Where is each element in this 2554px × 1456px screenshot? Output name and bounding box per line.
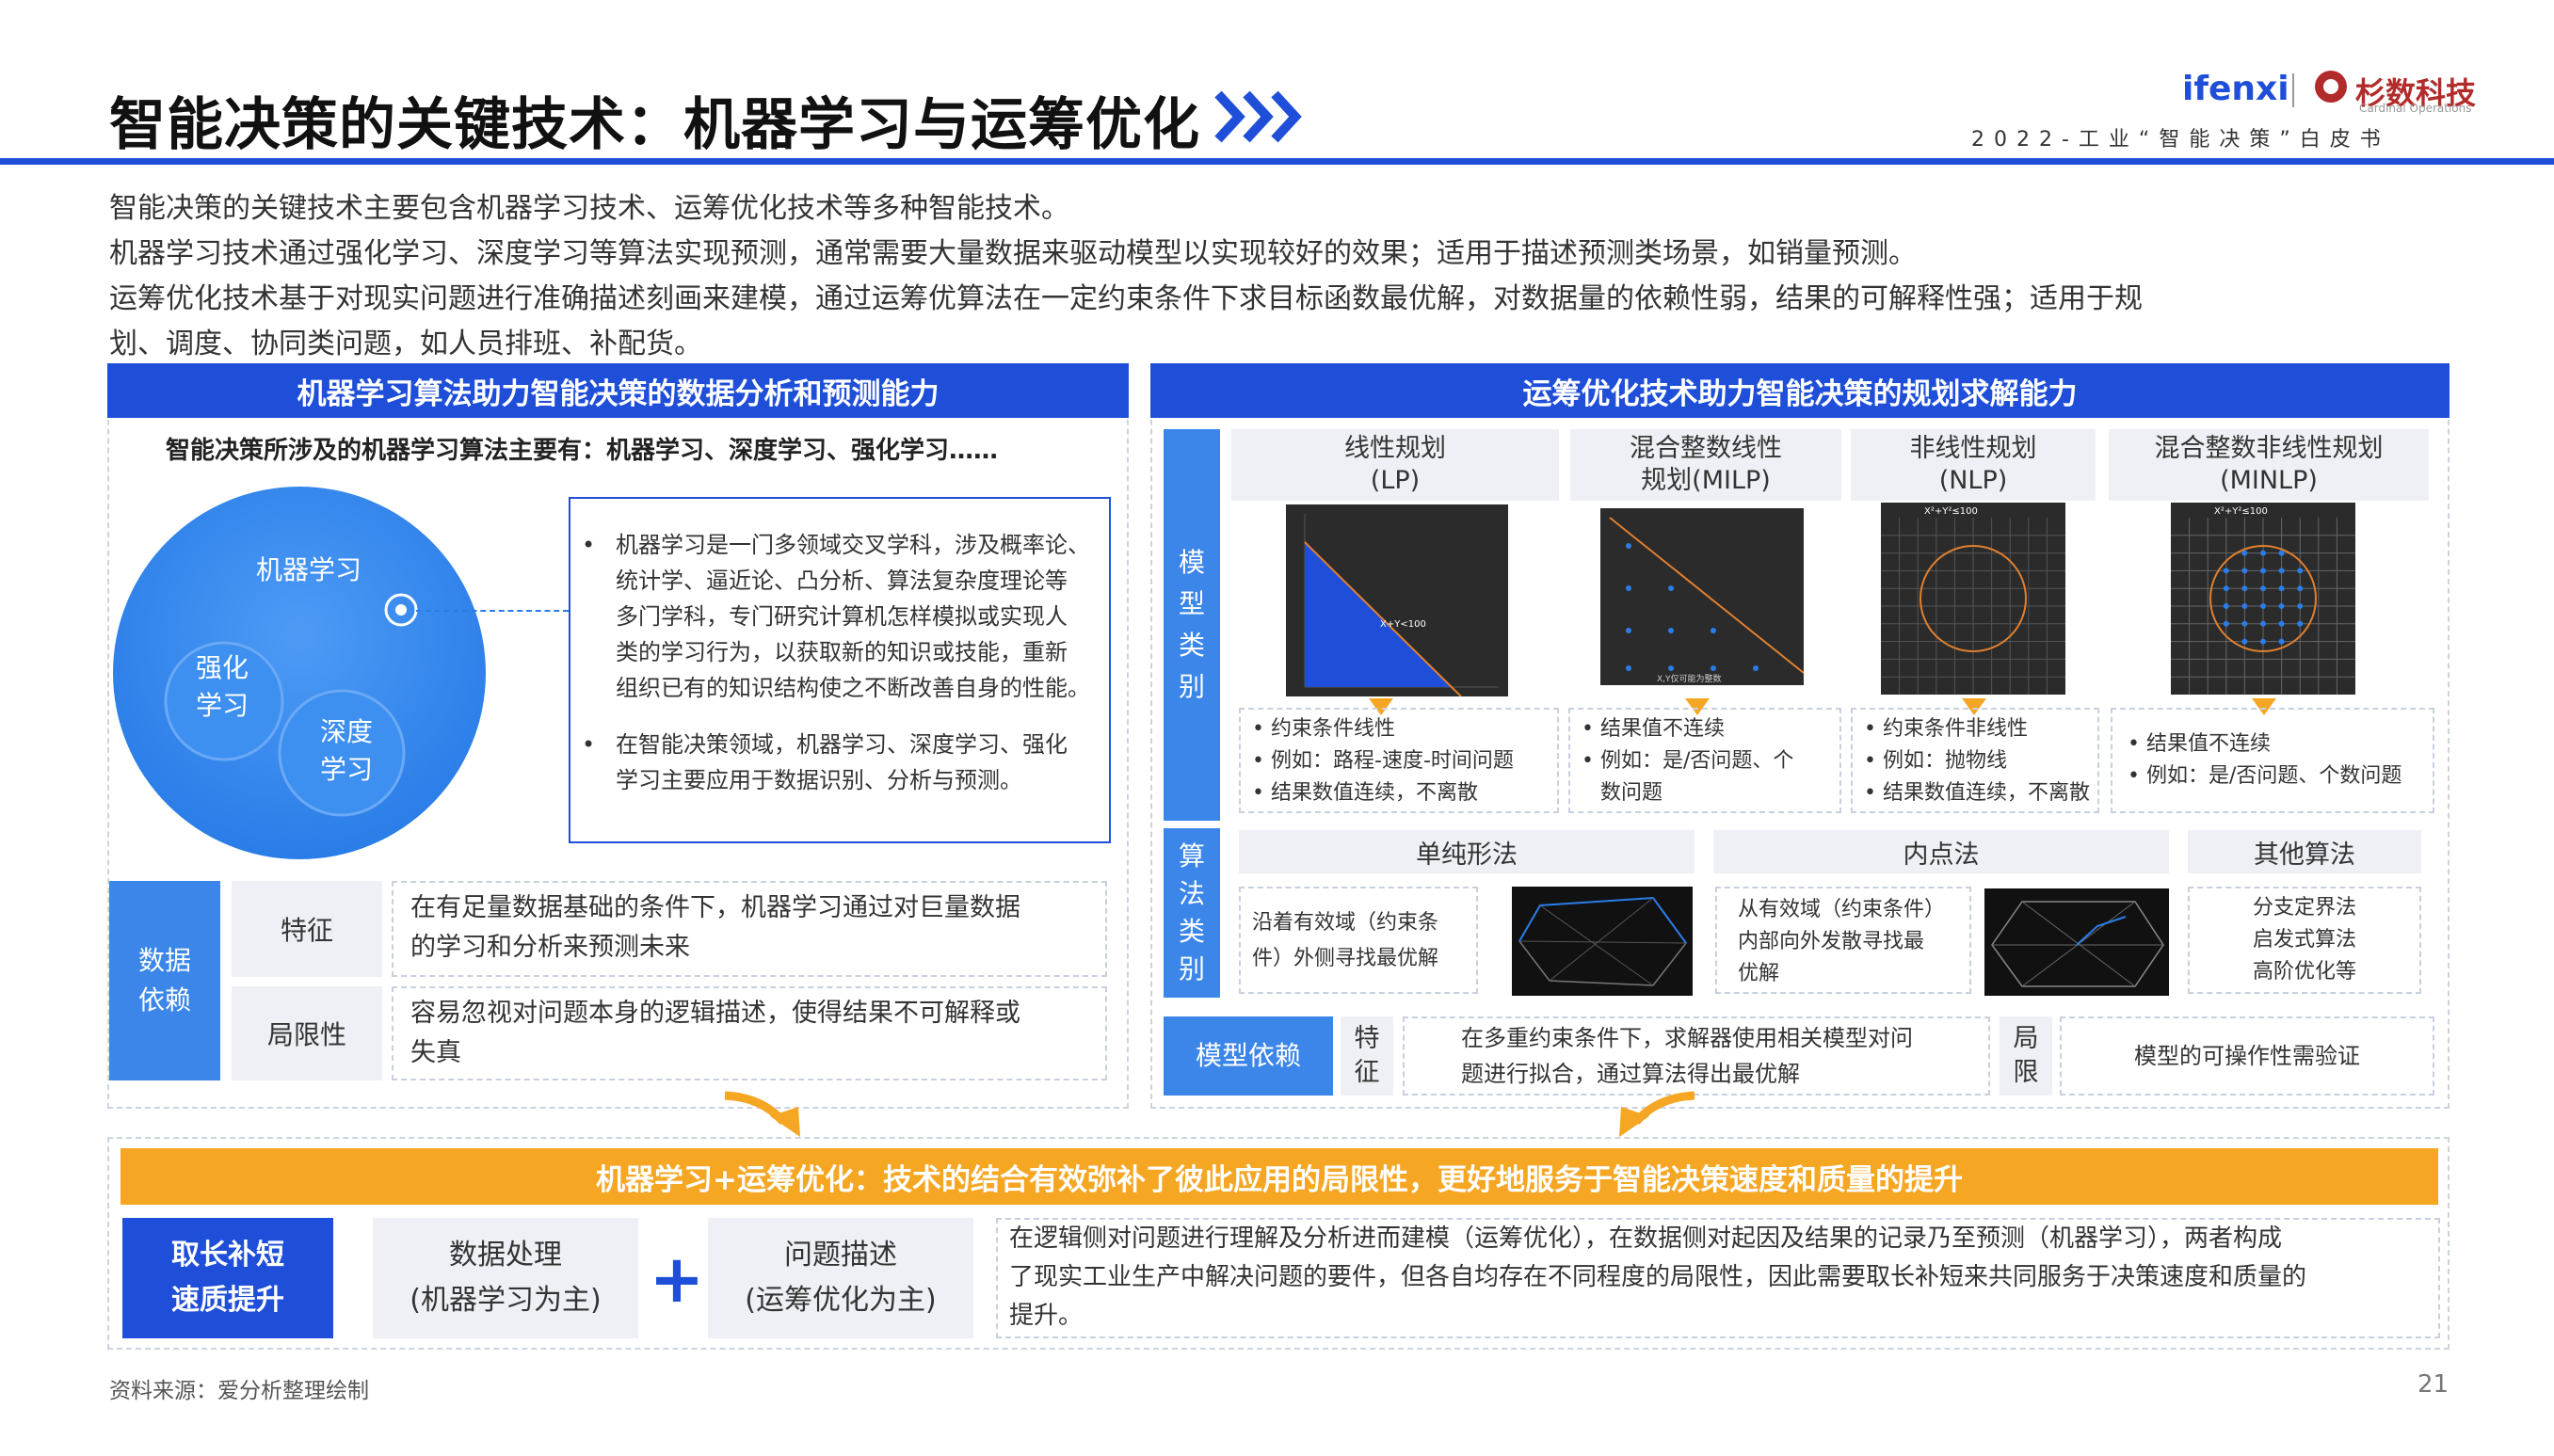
minlp-point <box>2241 550 2248 556</box>
logo-divider <box>2292 73 2294 107</box>
ml-description-box: • 机器学习是一门多领域交叉学科，涉及概率论、 统计学、逼近论、凸分析、算法复杂度… <box>569 497 1111 843</box>
page-title: 智能决策的关键技术：机器学习与运筹优化 <box>109 92 1200 158</box>
minlp-point <box>2278 638 2285 645</box>
lp-bullets: • 约束条件线性 • 例如：路程-速度-时间问题 • 结果数值连续，不离散 <box>1239 708 1559 813</box>
curved-arrow-icon <box>724 1091 800 1137</box>
right-limit-text: 模型的可操作性需验证 <box>2060 1016 2434 1096</box>
left-panel-header: 机器学习算法助力智能决策的数据分析和预测能力 <box>107 363 1129 418</box>
minlp-point <box>2260 603 2266 609</box>
minlp-point <box>2241 638 2248 645</box>
minlp-point <box>2241 568 2248 574</box>
minlp-chart-label: X²+Y²≤100 <box>2214 506 2268 517</box>
minlp-point <box>2278 550 2285 556</box>
minlp-chart-thumbnail: X²+Y²≤100 <box>2171 503 2355 695</box>
logo-ifenxi: ifenxi <box>2182 70 2289 108</box>
minlp-point <box>2278 585 2285 592</box>
left-feature-text: 在有足量数据基础的条件下，机器学习通过对巨量数据 的学习和分析来预测未来 <box>392 881 1107 977</box>
data-processing-box: 数据处理 (机器学习为主) <box>373 1218 638 1338</box>
minlp-point <box>2260 568 2266 574</box>
model-dependency-label: 模型依赖 <box>1164 1016 1333 1096</box>
left-feature-label: 特征 <box>232 881 382 977</box>
simplex-desc: 沿着有效域（约束条 件）外侧寻找最优解 <box>1239 887 1478 994</box>
nlp-bullets: • 约束条件非线性 • 例如：抛物线 • 结果数值连续，不离散 <box>1851 708 2099 813</box>
lp-chart-label: X+Y<100 <box>1380 619 1426 630</box>
circle-rl-label: 强化 学习 <box>196 652 249 721</box>
nlp-chart-thumbnail: X²+Y²≤100 <box>1881 503 2065 695</box>
intro-line-3: 运筹优化技术基于对现实问题进行准确描述刻画来建模，通过运筹优算法在一定约束条件下… <box>109 282 2143 315</box>
left-subheader: 智能决策所涉及的机器学习算法主要有：机器学习、深度学习、强化学习…… <box>166 437 999 465</box>
algo-type-label: 算法类别 <box>1164 828 1220 998</box>
model-lp-name: 线性规划 (LP) <box>1231 429 1559 501</box>
algo-other-name: 其他算法 <box>2188 830 2421 873</box>
minlp-bullets: • 结果值不连续 • 例如：是/否问题、个数问题 <box>2111 708 2434 813</box>
milp-chart-thumbnail: X,Y仅可能为整数 <box>1600 508 1804 685</box>
lp-chart-thumbnail: X+Y<100 <box>1286 504 1508 696</box>
plus-icon: + <box>649 1240 705 1318</box>
data-dependency-label: 数据 依赖 <box>109 881 220 1080</box>
intro-line-2: 机器学习技术通过强化学习、深度学习等算法实现预测，通常需要大量数据来驱动模型以实… <box>109 237 1917 270</box>
chevrons-icon <box>1214 90 1302 143</box>
minlp-point <box>2223 603 2229 609</box>
model-nlp-name: 非线性规划 (NLP) <box>1851 429 2096 501</box>
minlp-point <box>2297 620 2304 627</box>
model-minlp-name: 混合整数非线性规划 (MINLP) <box>2109 429 2429 501</box>
logo-partner-en: Cardinal Operations <box>2359 102 2472 115</box>
algo-simplex-name: 单纯形法 <box>1239 830 1695 873</box>
model-type-label: 模型类别 <box>1164 429 1220 821</box>
milp-chart-label: X,Y仅可能为整数 <box>1657 673 1722 684</box>
right-feature-label: 特征 <box>1341 1016 1393 1096</box>
nlp-chart-label: X²+Y²≤100 <box>1924 506 1978 517</box>
source-note: 资料来源：爱分析整理绘制 <box>109 1379 369 1403</box>
left-limit-text: 容易忽视对问题本身的逻辑描述，使得结果不可解释或 失真 <box>392 986 1107 1080</box>
minlp-point <box>2241 620 2248 627</box>
combination-text: 在逻辑侧对问题进行理解及分析进而建模（运筹优化），在数据侧对起因及结果的记录乃至… <box>996 1218 2440 1338</box>
ml-bullet-2: • 在智能决策领域，机器学习、深度学习、强化 学习主要应用于数据识别、分析与预测。 <box>582 731 1068 793</box>
ml-circles-diagram <box>113 487 486 859</box>
minlp-point <box>2260 638 2266 645</box>
minlp-point <box>2223 620 2229 627</box>
simplex-thumbnail <box>1512 887 1693 996</box>
minlp-point <box>2278 620 2285 627</box>
circle-dl-label: 深度 学习 <box>320 716 374 785</box>
header-divider <box>0 158 2554 165</box>
interior-desc: 从有效域（约束条件） 内部向外发散寻找最 优解 <box>1715 887 1971 994</box>
curved-arrow-icon <box>1619 1091 1695 1137</box>
minlp-point <box>2297 568 2304 574</box>
minlp-point <box>2297 603 2304 609</box>
minlp-point <box>2223 585 2229 592</box>
connector-line <box>416 610 569 612</box>
minlp-point <box>2241 603 2248 609</box>
page-number: 21 <box>2417 1370 2450 1399</box>
right-panel-header: 运筹优化技术助力智能决策的规划求解能力 <box>1150 363 2450 418</box>
minlp-point <box>2260 620 2266 627</box>
minlp-point <box>2241 585 2248 592</box>
intro-line-4: 划、调度、协同类问题，如人员排班、补配货。 <box>109 328 702 360</box>
circle-main-label: 机器学习 <box>256 554 362 585</box>
other-algos-desc: 分支定界法 启发式算法 高阶优化等 <box>2188 887 2421 994</box>
algo-interior-name: 内点法 <box>1713 830 2169 873</box>
intro-line-1: 智能决策的关键技术主要包含机器学习技术、运筹优化技术等多种智能技术。 <box>109 192 1069 225</box>
minlp-point <box>2278 603 2285 609</box>
model-milp-name: 混合整数线性 规划(MILP) <box>1570 429 1841 501</box>
left-limit-label: 局限性 <box>232 986 382 1080</box>
minlp-point <box>2223 568 2229 574</box>
minlp-point <box>2260 550 2266 556</box>
minlp-point <box>2278 568 2285 574</box>
minlp-point <box>2297 585 2304 592</box>
right-limit-label: 局限 <box>2000 1016 2052 1096</box>
complementary-label: 取长补短 速质提升 <box>122 1218 333 1338</box>
cardinal-logo-icon <box>2315 71 2347 103</box>
interior-thumbnail <box>1984 888 2169 996</box>
report-subtitle: 2022-工业“智能决策”白皮书 <box>1971 128 2390 152</box>
ml-bullet-1: • 机器学习是一门多领域交叉学科，涉及概率论、 统计学、逼近论、凸分析、算法复杂度… <box>582 532 1090 701</box>
milp-bullets: • 结果值不连续 • 例如：是/否问题、个 数问题 <box>1568 708 1841 813</box>
combination-banner: 机器学习+运筹优化：技术的结合有效弥补了彼此应用的局限性，更好地服务于智能决策速… <box>120 1148 2438 1205</box>
minlp-point <box>2260 585 2266 592</box>
problem-description-box: 问题描述 (运筹优化为主) <box>708 1218 973 1338</box>
